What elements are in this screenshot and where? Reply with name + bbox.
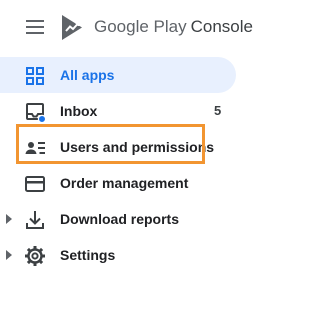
expand-arrow-icon[interactable] [6, 250, 12, 260]
brand-name: Google Play [94, 17, 187, 36]
nav-item-label: All apps [60, 67, 115, 83]
nav-item-all-apps[interactable]: All apps [0, 57, 236, 93]
inbox-icon [26, 103, 46, 123]
inbox-count-badge: 5 [214, 103, 222, 118]
nav-item-settings[interactable]: Settings [0, 237, 236, 273]
app-header: Google Play Console [0, 0, 294, 56]
credit-card-icon [25, 176, 45, 192]
expand-arrow-icon[interactable] [6, 214, 12, 224]
play-console-logo-icon[interactable] [60, 14, 84, 41]
download-icon [26, 211, 44, 229]
nav-item-label: Inbox [60, 103, 98, 119]
brand-product: Console [190, 17, 253, 36]
nav-item-label: Settings [60, 247, 116, 263]
nav-item-order-management[interactable]: Order management [0, 165, 236, 201]
nav-item-label: Download reports [60, 211, 180, 227]
highlight-box [16, 124, 205, 164]
gear-icon [25, 246, 45, 266]
grid-icon [26, 67, 44, 85]
app-title[interactable]: Google Play Console [94, 16, 253, 38]
hamburger-menu-icon[interactable] [24, 16, 46, 38]
nav-item-label: Order management [60, 175, 189, 191]
nav-item-download-reports[interactable]: Download reports [0, 201, 236, 237]
